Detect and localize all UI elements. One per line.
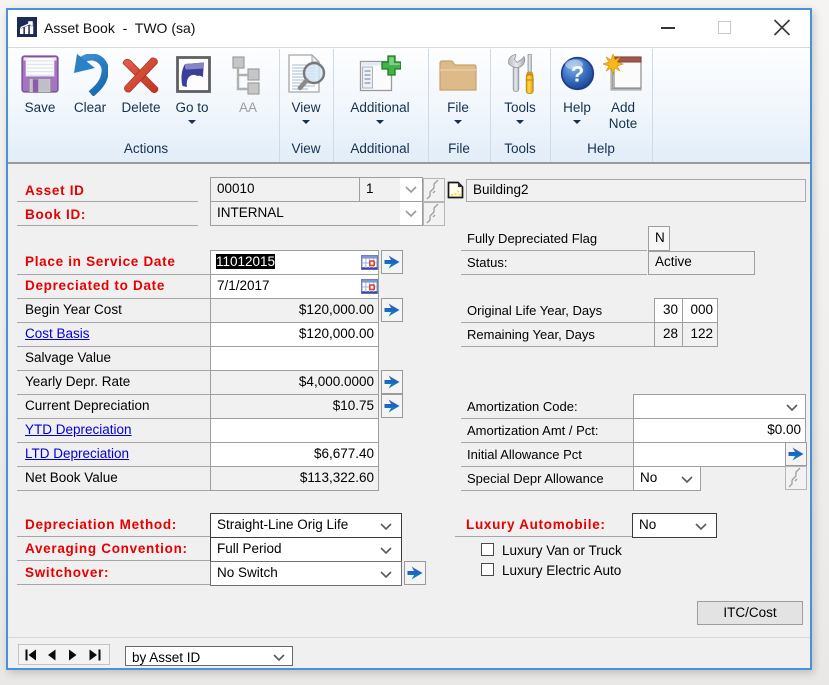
svg-text:?: ? xyxy=(571,62,584,87)
